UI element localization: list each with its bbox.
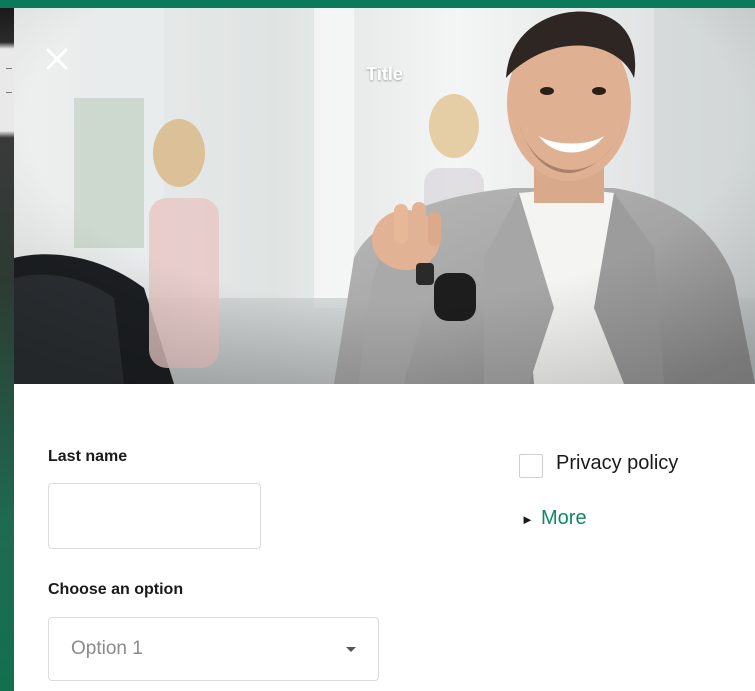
dialog-title: Title: [366, 64, 403, 84]
choose-option-label: Choose an option: [48, 581, 184, 598]
last-name-field[interactable]: [48, 483, 261, 549]
modal-dialog: Title Last name Choose an option Option …: [14, 8, 755, 691]
caret-down-icon: [346, 647, 356, 652]
privacy-policy-label: Privacy policy: [556, 452, 679, 474]
last-name-label: Last name: [48, 448, 128, 465]
more-link[interactable]: More: [541, 507, 587, 530]
background-tick: [6, 92, 12, 93]
option-select[interactable]: Option 1: [48, 617, 379, 681]
privacy-policy-checkbox[interactable]: [519, 454, 543, 478]
option-select-value: Option 1: [71, 638, 143, 659]
background-tick: [6, 68, 12, 69]
form-section: Last name Choose an option Option 1 Priv…: [14, 384, 755, 691]
background-page-strip: [0, 8, 14, 691]
more-arrow-icon: ►: [521, 512, 534, 527]
hero-image: Title: [14, 8, 755, 384]
